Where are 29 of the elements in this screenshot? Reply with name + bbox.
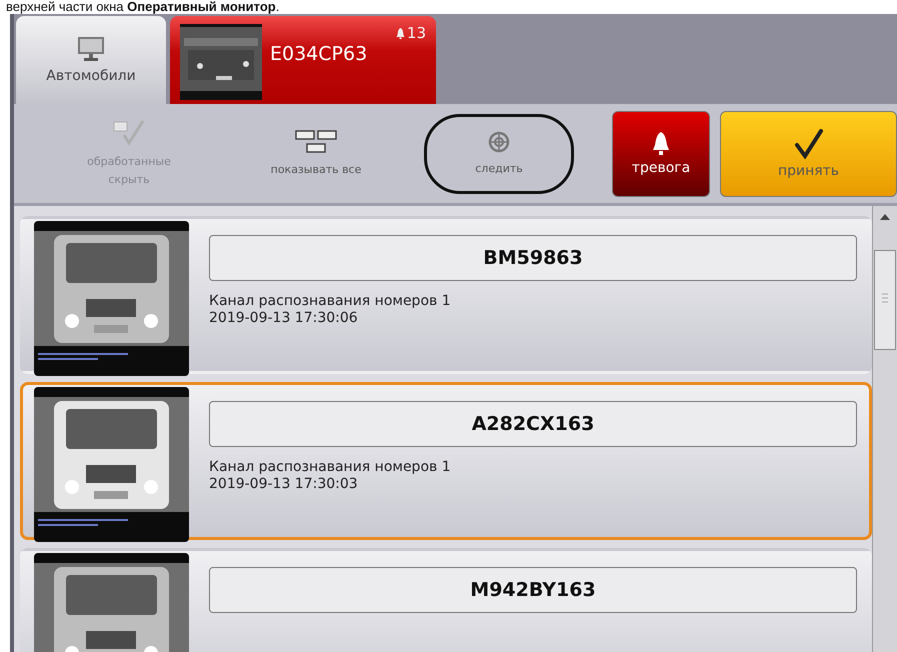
count-text: 13 xyxy=(406,24,426,42)
crosshair-icon xyxy=(487,130,511,154)
plate-number: BM59863 xyxy=(209,235,857,281)
scroll-thumb[interactable] xyxy=(874,250,896,350)
timestamp: 2019-09-13 17:30:06 xyxy=(209,310,359,327)
accept-button[interactable]: принять xyxy=(720,110,897,196)
event-card[interactable]: M942BY163 xyxy=(20,548,872,652)
timestamp: 2019-09-13 17:30:03 xyxy=(209,476,359,493)
plate-number: E034CP63 xyxy=(270,42,368,66)
circled-tool-button[interactable]: следить xyxy=(424,114,574,194)
monitor-icon xyxy=(77,36,105,62)
event-card[interactable]: A282CX163 Канал распознавания номеров 1 2019-09-13 17:30:03 xyxy=(20,382,872,540)
channel-name: Канал распознавания номеров 1 xyxy=(209,293,452,310)
channel-name: Канал распознавания номеров 1 xyxy=(209,459,452,476)
bell-icon xyxy=(396,28,405,38)
checkmark-icon xyxy=(112,118,146,146)
caption-text: верхней части окна Оперативный монитор. xyxy=(5,0,280,14)
event-card[interactable]: BM59863 Канал распознавания номеров 1 2019-09-13 17:30:06 xyxy=(20,216,872,374)
checkmark-icon xyxy=(794,128,824,158)
scrollbar[interactable] xyxy=(872,206,897,652)
tiles-icon xyxy=(294,128,338,154)
tab[interactable]: 13 E034CP63 xyxy=(170,16,436,104)
plate-number: A282CX163 xyxy=(209,401,857,447)
bell-icon xyxy=(652,132,670,156)
plate-number: M942BY163 xyxy=(209,567,857,613)
alarm-button[interactable]: тревога xyxy=(612,110,710,196)
tool-button[interactable]: показывать все xyxy=(241,114,391,194)
scroll-up-icon xyxy=(880,214,890,220)
tab[interactable]: Автомобили xyxy=(16,16,166,104)
